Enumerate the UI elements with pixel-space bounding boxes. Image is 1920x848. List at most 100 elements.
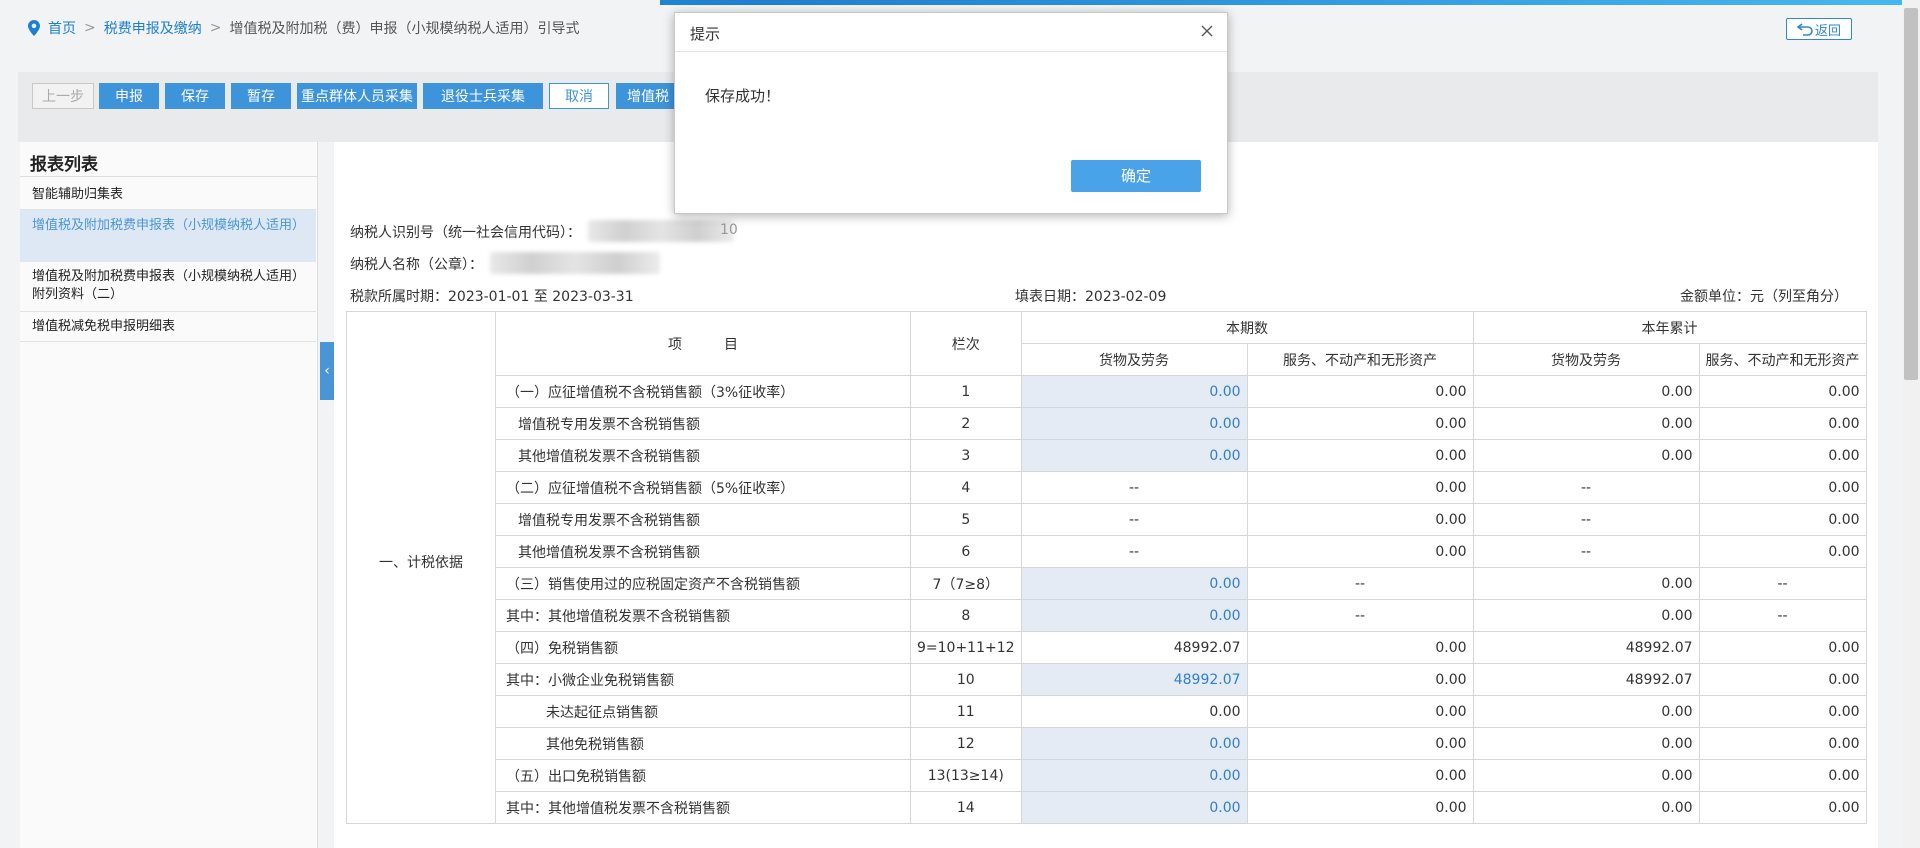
row-label: （一）应征增值税不含税销售额（3%征收率） [495,375,911,408]
header-item: 项 目 [495,311,911,376]
cell-current-services: 0.00 [1246,631,1474,664]
dialog-message: 保存成功！ [705,87,781,105]
sidebar-item-main-report[interactable]: 增值税及附加税费申报表（小规模纳税人适用） [20,210,316,262]
section-label: 一、计税依据 [346,311,496,824]
cell-ytd-services: 0.00 [1698,727,1867,760]
cancel-button[interactable]: 取消 [549,83,609,109]
row-label: 其他增值税发票不含税销售额 [495,439,911,472]
sidebar-item-label: 增值税及附加税费申报表（小规模纳税人适用） [32,218,306,233]
header-current: 本期数 [1020,311,1474,344]
declare-button[interactable]: 申报 [99,83,159,109]
cell-current-services: 0.00 [1246,535,1474,568]
cell-current-services: 0.00 [1246,503,1474,536]
dialog-title: 提示 [690,25,721,43]
cell-ytd-services: 0.00 [1698,631,1867,664]
cell-current-services: 0.00 [1246,695,1474,728]
amount-unit: 金额单位：元（列至角分） [1680,289,1848,305]
cell-current-services: 0.00 [1246,471,1474,504]
cell-current-services: 0.00 [1246,791,1474,824]
chevron-left-icon: ‹ [324,363,330,379]
redacted-taxpayer-id [588,220,734,242]
table-row: 其中：其他增值税发票不含税销售额 14 0.00 0.00 0.00 0.00 [347,791,1867,824]
save-button[interactable]: 保存 [165,83,225,109]
cell-ytd-goods: 0.00 [1472,439,1700,472]
cell-current-goods[interactable]: 0.00 [1020,727,1248,760]
cell-current-goods[interactable]: 0.00 [1020,567,1248,600]
sidebar-item-label: 增值税及附加税费申报表（小规模纳税人适用）附列资料（二） [32,269,299,302]
taxpayer-id-label: 纳税人识别号（统一社会信用代码）： [350,225,581,241]
row-label: 其中：小微企业免税销售额 [495,663,911,696]
top-banner-mask [0,0,660,5]
page-scrollbar-thumb[interactable] [1904,8,1918,380]
cell-current-goods: -- [1020,471,1248,504]
breadcrumb-home[interactable]: 首页 [48,18,76,38]
cell-ytd-goods: 0.00 [1472,727,1700,760]
tax-period: 税款所属时期：2023-01-01 至 2023-03-31 [350,289,634,305]
cell-current-goods[interactable]: 48992.07 [1020,663,1248,696]
table-row: （五）出口免税销售额 13(13≥14) 0.00 0.00 0.00 0.00 [347,759,1867,792]
back-button[interactable]: 返回 [1786,18,1852,40]
row-col-number: 5 [910,503,1022,536]
divider [20,176,318,177]
table-row: 其他增值税发票不含税销售额 6 -- 0.00 -- 0.00 [347,535,1867,568]
confirm-button[interactable]: 确定 [1071,160,1201,192]
cell-ytd-services: 0.00 [1698,759,1867,792]
row-col-number: 11 [910,695,1022,728]
divider [20,341,316,342]
cell-ytd-services: -- [1698,567,1867,600]
temp-save-button[interactable]: 暂存 [231,83,291,109]
collapse-sidebar-toggle[interactable]: ‹ [320,342,334,400]
row-label: （二）应征增值税不含税销售额（5%征收率） [495,471,911,504]
table-row: （一）应征增值税不含税销售额（3%征收率） 1 0.00 0.00 0.00 0.00 [347,375,1867,408]
cell-current-goods[interactable]: 0.00 [1020,791,1248,824]
cell-current-goods: -- [1020,503,1248,536]
row-label: 未达起征点销售额 [495,695,911,728]
cell-current-goods[interactable]: 0.00 [1020,759,1248,792]
cell-ytd-services: 0.00 [1698,695,1867,728]
cell-ytd-goods: 0.00 [1472,599,1700,632]
cell-ytd-goods: 0.00 [1472,567,1700,600]
veteran-collect-button[interactable]: 退役士兵采集 [423,83,543,109]
cell-current-services: 0.00 [1246,727,1474,760]
cell-ytd-services: 0.00 [1698,439,1867,472]
row-col-number: 3 [910,439,1022,472]
table-row: 未达起征点销售额 11 0.00 0.00 0.00 0.00 [347,695,1867,728]
breadcrumb-current: 增值税及附加税（费）申报（小规模纳税人适用）引导式 [229,21,580,37]
table-row: 其他免税销售额 12 0.00 0.00 0.00 0.00 [347,727,1867,760]
taxpayer-name-label: 纳税人名称（公章）： [350,257,483,273]
sidebar-item-attachment-2[interactable]: 增值税及附加税费申报表（小规模纳税人适用）附列资料（二） [20,262,316,312]
cell-current-goods[interactable]: 0.00 [1020,599,1248,632]
row-col-number: 13(13≥14) [910,759,1022,792]
cell-current-goods[interactable]: 0.00 [1020,439,1248,472]
cell-current-goods[interactable]: 0.00 [1020,407,1248,440]
prev-step-button[interactable]: 上一步 [32,83,94,109]
cell-ytd-services: 0.00 [1698,503,1867,536]
cell-current-services: 0.00 [1246,439,1474,472]
row-col-number: 10 [910,663,1022,696]
cell-ytd-goods: 48992.07 [1472,631,1700,664]
cell-ytd-services: 0.00 [1698,663,1867,696]
sidebar-item-smart-summary[interactable]: 智能辅助归集表 [20,180,316,210]
header-col: 栏次 [910,311,1022,376]
report-list-sidebar: 报表列表 智能辅助归集表 增值税及附加税费申报表（小规模纳税人适用） 增值税及附… [20,142,318,848]
key-group-collect-button[interactable]: 重点群体人员采集 [297,83,417,109]
header-ytd-services: 服务、不动产和无形资产 [1698,343,1867,376]
cell-ytd-services: 0.00 [1698,407,1867,440]
row-col-number: 4 [910,471,1022,504]
row-label: 其中：其他增值税发票不含税销售额 [495,791,911,824]
cell-current-services: 0.00 [1246,663,1474,696]
save-success-dialog: 提示 保存成功！ 确定 [674,12,1228,214]
header-current-goods: 货物及劳务 [1020,343,1248,376]
row-col-number: 2 [910,407,1022,440]
vat-button[interactable]: 增值税 [616,83,678,109]
cell-current-services: 0.00 [1246,375,1474,408]
breadcrumb-tax-filing[interactable]: 税费申报及缴纳 [104,18,202,38]
row-col-number: 6 [910,535,1022,568]
table-row: （二）应征增值税不含税销售额（5%征收率） 4 -- 0.00 -- 0.00 [347,471,1867,504]
cell-current-goods[interactable]: 0.00 [1020,375,1248,408]
row-col-number: 1 [910,375,1022,408]
row-label: （五）出口免税销售额 [495,759,911,792]
divider [675,51,1227,52]
sidebar-item-exemption-detail[interactable]: 增值税减免税申报明细表 [20,312,316,342]
close-icon[interactable] [1197,21,1217,41]
